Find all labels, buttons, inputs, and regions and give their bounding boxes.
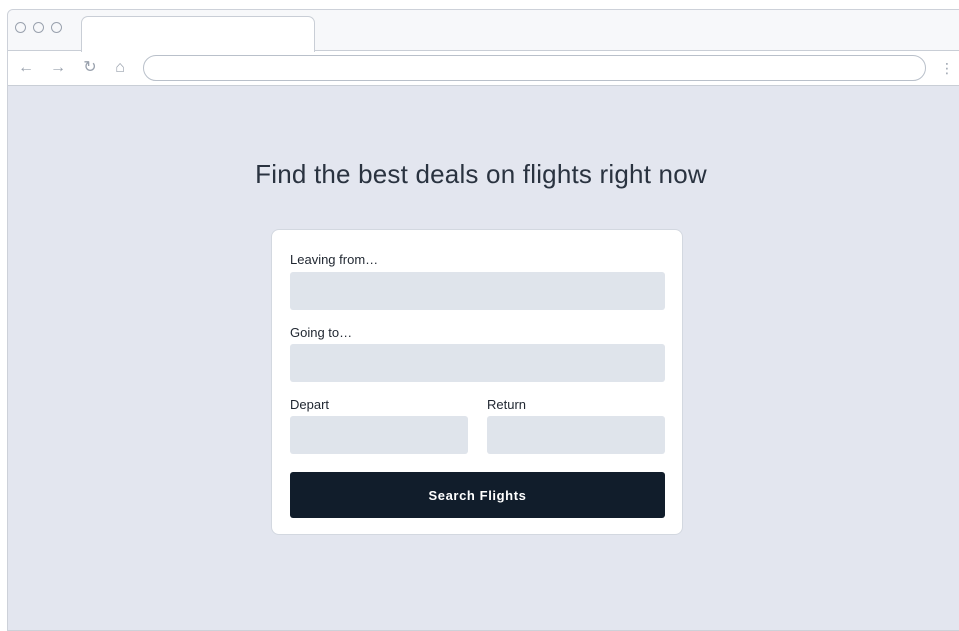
- window-minimize-circle-icon[interactable]: [33, 22, 44, 33]
- browser-toolbar: ← → ↻ ⌂ ⋮: [8, 51, 959, 86]
- browser-menu-icon[interactable]: ⋮: [940, 58, 954, 78]
- browser-window: ← → ↻ ⌂ ⋮ Find the best deals on flights…: [7, 9, 959, 631]
- return-date-input[interactable]: [487, 416, 665, 454]
- going-to-label: Going to…: [290, 325, 353, 340]
- search-flights-button[interactable]: Search Flights: [290, 472, 665, 518]
- leaving-from-label: Leaving from…: [290, 252, 379, 267]
- depart-date-input[interactable]: [290, 416, 468, 454]
- leaving-from-input[interactable]: [290, 272, 665, 310]
- browser-tab[interactable]: [81, 16, 315, 52]
- window-close-circle-icon[interactable]: [15, 22, 26, 33]
- forward-arrow-icon[interactable]: →: [48, 58, 68, 78]
- going-to-input[interactable]: [290, 344, 665, 382]
- back-arrow-icon[interactable]: ←: [16, 58, 36, 78]
- flight-search-card: Leaving from… Going to… Depart Return Se…: [271, 229, 683, 535]
- return-label: Return: [487, 397, 527, 412]
- address-bar[interactable]: [143, 55, 926, 81]
- depart-label: Depart: [290, 397, 330, 412]
- home-icon[interactable]: ⌂: [110, 58, 130, 78]
- reload-icon[interactable]: ↻: [80, 58, 100, 78]
- browser-titlebar: [8, 10, 959, 52]
- page-content: Find the best deals on flights right now…: [8, 86, 959, 630]
- page-headline: Find the best deals on flights right now: [255, 159, 707, 189]
- window-maximize-circle-icon[interactable]: [51, 22, 62, 33]
